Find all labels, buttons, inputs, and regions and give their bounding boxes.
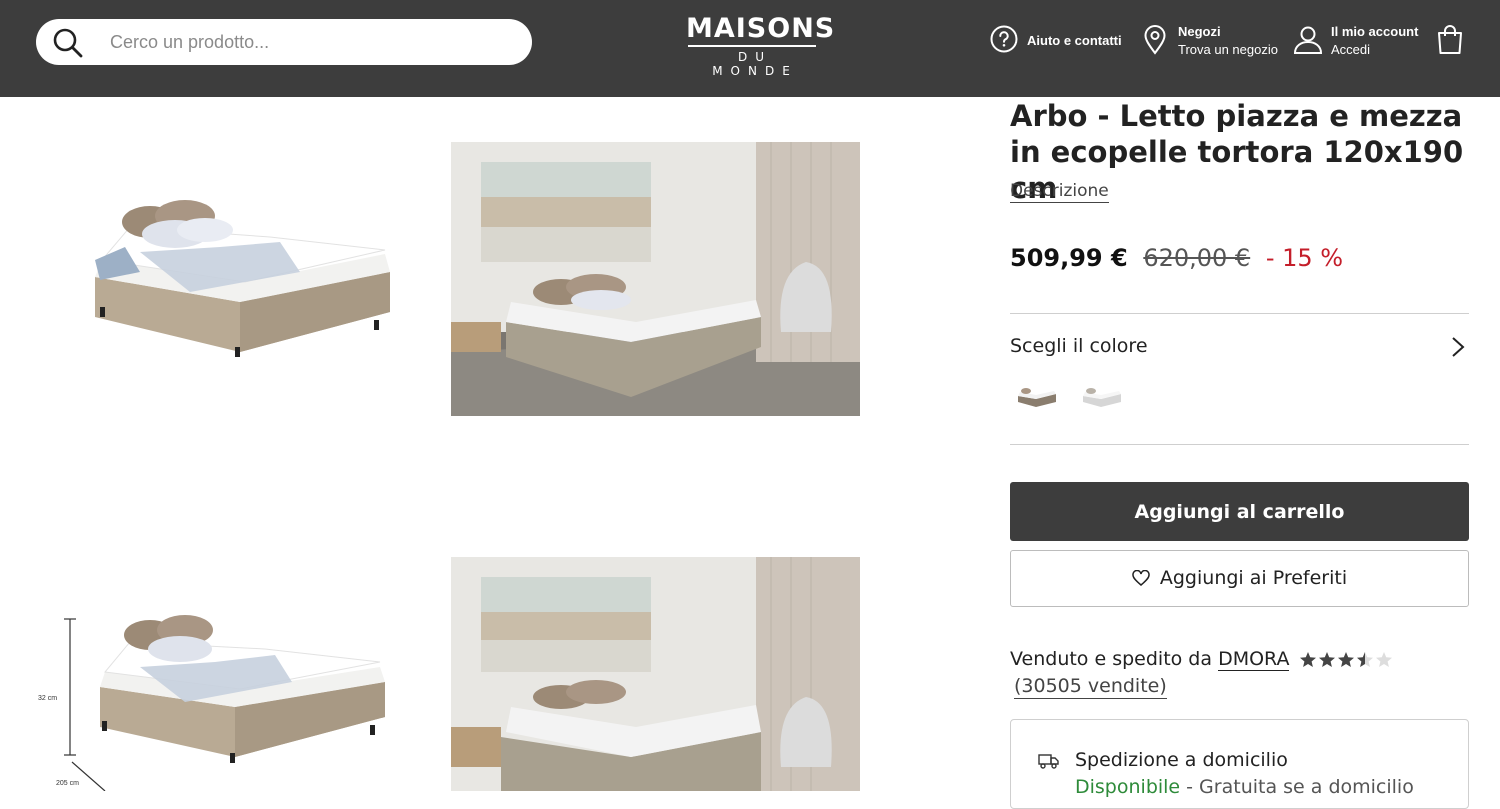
- stores-title: Negozi: [1178, 24, 1221, 39]
- location-pin-icon: [1144, 25, 1166, 55]
- logo-divider: [688, 45, 816, 47]
- add-to-cart-button[interactable]: Aggiungi al carrello: [1010, 482, 1469, 541]
- account-subtitle: Accedi: [1331, 42, 1371, 57]
- dimension-height-label: 32 cm: [38, 695, 58, 702]
- shipping-note: - Gratuita se a domicilio: [1180, 776, 1414, 798]
- logo-bottom-text: DU MONDE: [712, 50, 798, 78]
- product-image-room-open[interactable]: [451, 557, 860, 791]
- color-selector[interactable]: Scegli il colore: [1010, 330, 1469, 364]
- add-to-favorites-button[interactable]: Aggiungi ai Preferiti: [1010, 550, 1469, 607]
- shipping-availability: Disponibile - Gratuita se a domicilio: [1075, 776, 1414, 798]
- heart-icon: [1132, 569, 1150, 586]
- seller-prefix: Venduto e spedito da: [1010, 648, 1213, 670]
- color-swatch-white[interactable]: [1079, 378, 1125, 418]
- dimension-length-label: 205 cm: [56, 780, 79, 787]
- current-price: 509,99 €: [1010, 244, 1128, 272]
- divider: [1010, 444, 1469, 445]
- home-delivery-option[interactable]: Spedizione a domicilio Disponibile - Gra…: [1010, 719, 1469, 809]
- chevron-right-icon[interactable]: [1451, 336, 1465, 358]
- stores-subtitle: Trova un negozio: [1178, 42, 1278, 57]
- discount-badge: - 15 %: [1265, 244, 1344, 272]
- description-link[interactable]: Descrizione: [1010, 181, 1109, 203]
- brand-logo[interactable]: MAISONS DU MONDE: [686, 13, 836, 79]
- swatch-white-image: [1083, 388, 1121, 407]
- search-input[interactable]: [110, 27, 510, 57]
- price-block: 509,99 € 620,00 € - 15 %: [1010, 244, 1343, 272]
- logo-top-text: MAISONS: [686, 13, 836, 44]
- room-illustration: [451, 142, 860, 416]
- delivery-truck-icon: [1038, 754, 1059, 769]
- search-icon[interactable]: [52, 27, 84, 59]
- account-title: Il mio account: [1331, 24, 1419, 39]
- color-label: Scegli il colore: [1010, 335, 1148, 357]
- site-header: MAISONS DU MONDE Aiuto e contatti Negozi…: [0, 0, 1500, 97]
- seller-rating-stars: [1299, 651, 1392, 667]
- shopping-bag-icon: [1438, 25, 1462, 54]
- room-open-illustration: [451, 557, 860, 791]
- help-label: Aiuto e contatti: [1027, 33, 1122, 48]
- favorites-button-content: Aggiungi ai Preferiti: [1132, 567, 1347, 589]
- search-bar[interactable]: [36, 19, 532, 65]
- favorites-label: Aggiungi ai Preferiti: [1159, 566, 1348, 589]
- product-image-room[interactable]: [451, 142, 860, 416]
- user-icon: [1293, 26, 1323, 54]
- swatch-taupe-image: [1018, 388, 1056, 407]
- shipping-status: Disponibile: [1075, 776, 1181, 798]
- seller-link[interactable]: DMORA: [1218, 648, 1290, 671]
- color-swatch-taupe[interactable]: [1014, 378, 1060, 418]
- original-price: 620,00 €: [1143, 244, 1251, 272]
- divider: [1010, 313, 1469, 314]
- shipping-title: Spedizione a domicilio: [1075, 749, 1288, 771]
- seller-info: Venduto e spedito da DMORA: [1010, 645, 1469, 673]
- product-image-bed[interactable]: [40, 142, 440, 416]
- help-icon: [990, 25, 1018, 53]
- product-image-dimensions[interactable]: 32 cm 205 cm: [30, 557, 440, 791]
- dimensions-illustration: [64, 615, 385, 791]
- bed-illustration: [95, 200, 390, 357]
- seller-sales-link[interactable]: (30505 vendite): [1014, 674, 1167, 699]
